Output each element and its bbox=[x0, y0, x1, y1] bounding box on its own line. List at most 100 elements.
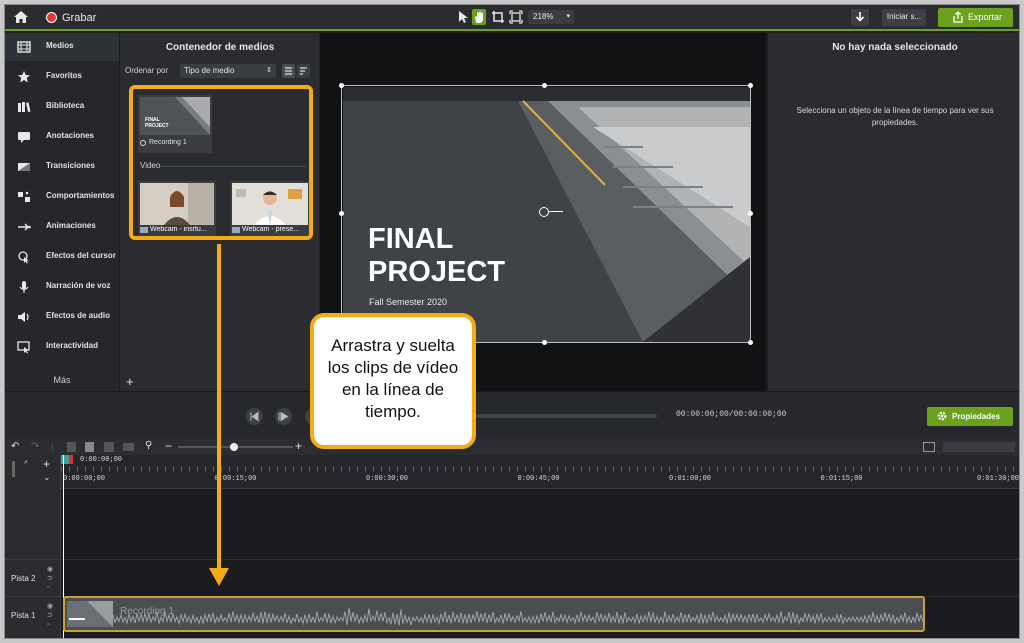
microphone-icon bbox=[17, 280, 31, 294]
resize-handle[interactable] bbox=[339, 211, 344, 216]
preview-title-line1: FINAL bbox=[368, 223, 454, 255]
sidebar-item-narracion[interactable]: Narración de voz bbox=[5, 273, 119, 301]
track-height-handle[interactable] bbox=[12, 461, 15, 477]
zoom-slider-thumb[interactable] bbox=[230, 443, 238, 451]
zoom-in-button[interactable]: + bbox=[295, 439, 302, 453]
pan-tool-icon[interactable] bbox=[472, 9, 486, 25]
zoom-select[interactable]: 218% ▾ bbox=[528, 10, 574, 24]
sidebar-item-efectos-audio[interactable]: Efectos de audio bbox=[5, 303, 119, 331]
timeline-ruler[interactable]: 0:00:00;00 0:00:00;00 0:00:15;00 0:00:30;0… bbox=[61, 455, 1019, 489]
sidebar-item-label: Comportamientos bbox=[46, 191, 115, 200]
add-media-button[interactable]: + bbox=[126, 375, 134, 388]
cut-icon[interactable] bbox=[67, 442, 76, 452]
library-icon bbox=[17, 100, 31, 114]
chevron-down-icon: ▾ bbox=[566, 13, 570, 20]
toolbar-divider bbox=[52, 442, 53, 452]
track-2-controls-icon[interactable]: ◉ ⊃ ▫ bbox=[47, 565, 57, 592]
play-button[interactable] bbox=[275, 408, 292, 425]
callout-arrow-head-icon bbox=[209, 568, 229, 586]
instruction-callout: Arrastra y suelta los clips de vídeo en … bbox=[310, 313, 476, 449]
export-label: Exportar bbox=[968, 12, 1003, 22]
resize-handle[interactable] bbox=[542, 83, 547, 88]
sidebar-item-medios[interactable]: Medios bbox=[5, 33, 119, 61]
track-label: Pista 1 bbox=[11, 611, 36, 620]
playhead-marker-out[interactable] bbox=[69, 455, 73, 464]
home-icon[interactable] bbox=[13, 9, 29, 25]
sidebar-item-transiciones[interactable]: Transiciones bbox=[5, 153, 119, 181]
timeline-toolbar: ↶ ↷ ⚲ − + bbox=[5, 439, 1019, 455]
redo-icon[interactable]: ↷ bbox=[31, 441, 39, 452]
resize-handle[interactable] bbox=[339, 83, 344, 88]
track-divider bbox=[5, 596, 61, 597]
sidebar-item-label: Animaciones bbox=[46, 221, 96, 230]
detach-icon[interactable] bbox=[923, 442, 935, 452]
download-icon[interactable] bbox=[851, 9, 869, 26]
sidebar-item-animaciones[interactable]: Animaciones bbox=[5, 213, 119, 241]
fit-tool-icon[interactable] bbox=[509, 10, 523, 24]
copy-icon[interactable] bbox=[85, 442, 94, 452]
preview-title-line2: PROJECT bbox=[368, 256, 505, 288]
properties-button-label: Propiedades bbox=[952, 412, 1001, 421]
interactive-icon bbox=[17, 340, 31, 354]
rotate-handle[interactable] bbox=[539, 207, 549, 217]
add-track-button[interactable]: + bbox=[43, 457, 50, 471]
ruler-ticks bbox=[61, 466, 1019, 472]
zoom-out-button[interactable]: − bbox=[165, 439, 172, 453]
undo-icon[interactable]: ↶ bbox=[11, 441, 19, 452]
sort-order-icon[interactable] bbox=[297, 64, 310, 78]
sidebar-item-anotaciones[interactable]: Anotaciones bbox=[5, 123, 119, 151]
sidebar-item-biblioteca[interactable]: Biblioteca bbox=[5, 93, 119, 121]
paste-icon[interactable] bbox=[104, 442, 114, 452]
record-icon[interactable] bbox=[46, 12, 57, 23]
scrub-bar[interactable] bbox=[475, 414, 657, 418]
share-button[interactable]: Iniciar s... bbox=[882, 9, 926, 26]
track-headers: ⌕ + ⌄ Pista 2 ◉ ⊃ ▫ Pista 1 ◉ ⊃ ▫ bbox=[5, 455, 61, 638]
sidebar-item-label: Transiciones bbox=[46, 161, 95, 170]
clip-thumbnail bbox=[67, 601, 113, 627]
track-label: Pista 2 bbox=[11, 574, 36, 583]
sidebar-item-efectos-cursor[interactable]: Efectos del cursor bbox=[5, 243, 119, 271]
export-icon bbox=[952, 11, 964, 23]
chevron-down-icon[interactable]: ⌄ bbox=[43, 472, 51, 483]
panel-title: Contenedor de medios bbox=[165, 42, 275, 53]
crop-tool-icon[interactable] bbox=[491, 10, 505, 24]
export-button[interactable]: Exportar bbox=[938, 8, 1013, 27]
resize-handle[interactable] bbox=[748, 211, 753, 216]
select-tool-icon[interactable] bbox=[457, 10, 469, 24]
transition-icon bbox=[17, 160, 31, 174]
track-1-controls-icon[interactable]: ◉ ⊃ ▫ bbox=[47, 602, 57, 629]
animation-icon bbox=[17, 220, 31, 234]
properties-button[interactable]: Propiedades bbox=[927, 407, 1013, 426]
behavior-icon bbox=[17, 190, 31, 204]
ruler-tick-label: 0:00:45;00 bbox=[517, 475, 560, 483]
film-icon bbox=[17, 40, 31, 54]
previous-frame-button[interactable] bbox=[246, 408, 263, 425]
more-button[interactable]: Más bbox=[5, 375, 119, 385]
sidebar-item-comportamientos[interactable]: Comportamientos bbox=[5, 183, 119, 211]
resize-handle[interactable] bbox=[542, 340, 547, 345]
list-view-icon[interactable] bbox=[282, 64, 295, 78]
sort-label: Ordenar por bbox=[125, 66, 169, 75]
camtasia-window: Grabar 218% ▾ Iniciar s... Exportar Medi… bbox=[4, 4, 1020, 639]
track-divider bbox=[61, 559, 1019, 560]
sidebar-item-label: Biblioteca bbox=[46, 101, 85, 110]
audio-waveform bbox=[113, 607, 923, 626]
sidebar-item-favoritos[interactable]: Favoritos bbox=[5, 63, 119, 91]
record-button[interactable]: Grabar bbox=[62, 12, 96, 24]
properties-title: No hay nada seleccionado bbox=[832, 42, 958, 53]
ruler-tick-label: 0:00:30;00 bbox=[366, 475, 409, 483]
sidebar-item-interactividad[interactable]: Interactividad bbox=[5, 333, 119, 361]
timeline-search[interactable] bbox=[943, 442, 1015, 452]
resize-handle[interactable] bbox=[748, 83, 753, 88]
player-controls: 00:00:00;00/00:00:00;00 Propiedades bbox=[5, 391, 1019, 439]
sidebar-item-label: Efectos del cursor bbox=[46, 251, 116, 260]
magnet-icon[interactable]: ⌕ bbox=[24, 459, 28, 467]
sort-select[interactable]: Tipo de medio ⇕ bbox=[180, 64, 276, 78]
callout-text: Arrastra y suelta los clips de vídeo en … bbox=[327, 336, 459, 421]
timeline-clip-recording[interactable]: Recording 1 bbox=[63, 596, 925, 632]
sidebar-item-label: Favoritos bbox=[46, 71, 83, 80]
track-divider bbox=[5, 559, 61, 560]
snapshot-icon[interactable] bbox=[123, 443, 134, 451]
resize-handle[interactable] bbox=[748, 340, 753, 345]
sidebar-item-label: Anotaciones bbox=[46, 131, 95, 140]
